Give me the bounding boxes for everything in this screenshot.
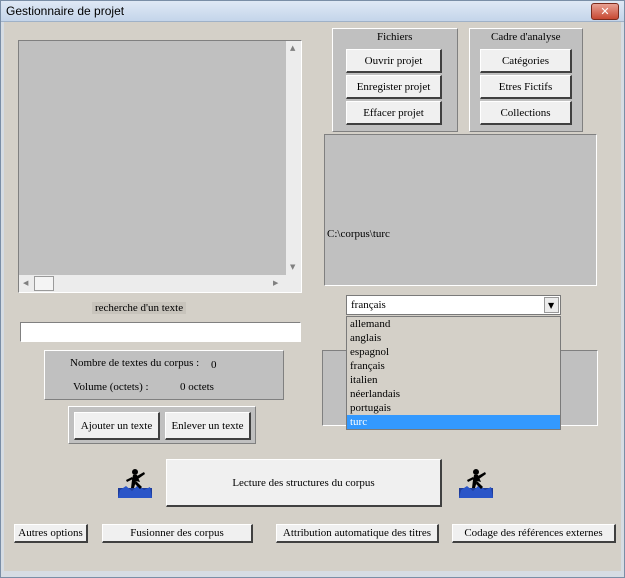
project-manager-window: Gestionnaire de projet ✕ ▲ ▼ ◀ ▶ Fichier… xyxy=(0,0,625,578)
search-input[interactable] xyxy=(20,322,301,342)
search-label: recherche d'un texte xyxy=(92,302,187,314)
language-option-francais[interactable]: français xyxy=(347,359,560,373)
save-project-button[interactable]: Enregister projet xyxy=(346,75,442,99)
scroll-left-icon[interactable]: ◀ xyxy=(23,279,28,287)
climber-icon xyxy=(118,466,152,498)
window-bottom-border xyxy=(4,571,621,575)
language-option-espagnol[interactable]: espagnol xyxy=(347,345,560,359)
language-option-anglais[interactable]: anglais xyxy=(347,331,560,345)
window-title: Gestionnaire de projet xyxy=(6,4,125,18)
cadre-title: Cadre d'analyse xyxy=(491,31,561,43)
title-bar[interactable]: Gestionnaire de projet ✕ xyxy=(1,1,624,22)
delete-project-button[interactable]: Effacer projet xyxy=(346,101,442,125)
corpus-stats-panel: Nombre de textes du corpus : 0 Volume (o… xyxy=(44,350,284,400)
close-button[interactable]: ✕ xyxy=(591,3,619,20)
volume-label: Volume (octets) : xyxy=(73,381,149,393)
language-dropdown-list[interactable]: allemand anglais espagnol français itali… xyxy=(346,316,561,430)
volume-value: 0 octets xyxy=(180,381,214,393)
collections-button[interactable]: Collections xyxy=(480,101,572,125)
cadre-analyse-group: Cadre d'analyse Catégories Etres Fictifs… xyxy=(469,28,583,132)
read-corpus-structures-button[interactable]: Lecture des structures du corpus xyxy=(166,459,442,507)
remove-text-button[interactable]: Enlever un texte xyxy=(165,412,251,440)
language-option-neerlandais[interactable]: néerlandais xyxy=(347,387,560,401)
language-select[interactable]: français ▼ xyxy=(346,295,561,315)
categories-button[interactable]: Catégories xyxy=(480,49,572,73)
path-text: C:\corpus\turc xyxy=(327,228,390,240)
etres-fictifs-button[interactable]: Etres Fictifs xyxy=(480,75,572,99)
climber-icon xyxy=(459,466,493,498)
chevron-down-icon: ▼ xyxy=(548,301,555,310)
language-option-italien[interactable]: italien xyxy=(347,373,560,387)
auto-titles-button[interactable]: Attribution automatique des titres xyxy=(276,524,439,543)
dropdown-arrow-button[interactable]: ▼ xyxy=(544,297,559,313)
text-buttons-group: Ajouter un texte Enlever un texte xyxy=(68,406,256,444)
scroll-up-icon[interactable]: ▲ xyxy=(290,44,295,52)
vertical-scrollbar[interactable]: ▲ ▼ xyxy=(286,41,301,275)
language-option-portugais[interactable]: portugais xyxy=(347,401,560,415)
text-count-label: Nombre de textes du corpus : xyxy=(70,357,200,369)
open-project-button[interactable]: Ouvrir projet xyxy=(346,49,442,73)
path-panel: C:\corpus\turc xyxy=(324,134,597,286)
language-option-allemand[interactable]: allemand xyxy=(347,317,560,331)
scroll-down-icon[interactable]: ▼ xyxy=(290,263,295,271)
scroll-right-icon[interactable]: ▶ xyxy=(273,279,278,287)
external-refs-button[interactable]: Codage des références externes xyxy=(452,524,616,543)
scroll-corner xyxy=(286,275,301,292)
fichiers-group: Fichiers Ouvrir projet Enregister projet… xyxy=(332,28,458,132)
horizontal-scrollbar[interactable]: ◀ ▶ xyxy=(19,275,286,292)
scroll-thumb[interactable] xyxy=(34,276,54,291)
text-list-box[interactable]: ▲ ▼ ◀ ▶ xyxy=(18,40,302,293)
language-selected: français xyxy=(351,299,386,311)
language-option-turc[interactable]: turc xyxy=(347,415,560,429)
merge-corpus-button[interactable]: Fusionner des corpus xyxy=(102,524,253,543)
text-count-value: 0 xyxy=(211,359,217,371)
add-text-button[interactable]: Ajouter un texte xyxy=(74,412,160,440)
other-options-button[interactable]: Autres options xyxy=(14,524,88,543)
client-area: ▲ ▼ ◀ ▶ Fichiers Ouvrir projet Enregiste… xyxy=(4,22,621,571)
fichiers-title: Fichiers xyxy=(377,31,413,43)
